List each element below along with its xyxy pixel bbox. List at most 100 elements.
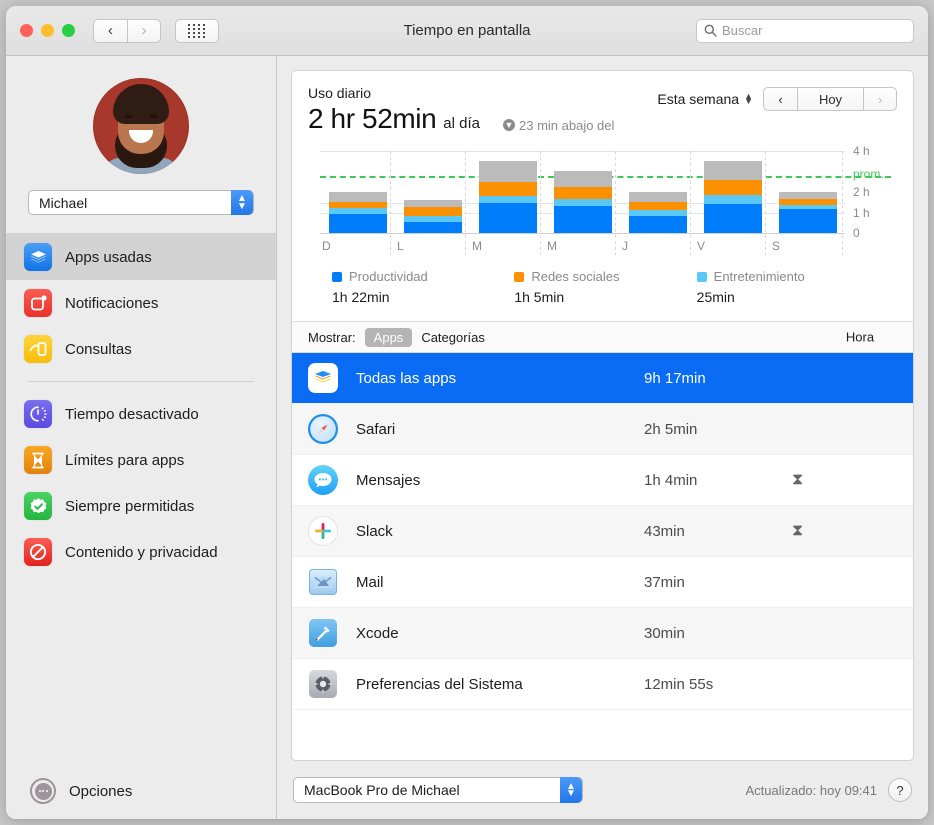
tab-categorias[interactable]: Categorías [412, 328, 494, 347]
app-time: 43min [644, 523, 685, 540]
device-popup-button[interactable]: MacBook Pro de Michael ▲▼ [293, 777, 583, 803]
total-usage-suffix: al día [443, 115, 480, 132]
table-row[interactable]: Xcode30min [292, 608, 913, 659]
chart-bar-segment [629, 202, 687, 210]
sidebar-item-limites-para-apps[interactable]: Límites para apps [6, 437, 276, 483]
help-button[interactable]: ? [888, 778, 912, 802]
table-header-cols: Hora Límites [494, 322, 913, 352]
table-row[interactable]: Mail37min [292, 557, 913, 608]
chart-bar [779, 192, 837, 233]
comparison-note: ▼ 23 min abajo del [503, 118, 614, 133]
sidebar-item-siempre-permitidas[interactable]: Siempre permitidas [6, 483, 276, 529]
chart-y-tick: 0 [853, 226, 860, 240]
table-row[interactable]: Todas las apps9h 17min [292, 353, 913, 404]
navigation-buttons: ‹ › [93, 19, 161, 43]
column-header-hora: Hora [846, 330, 874, 345]
chart-average-label: prom. [853, 167, 884, 181]
period-popup-button[interactable]: Esta semana ▲▼ [657, 91, 753, 107]
sidebar-item-consultas[interactable]: Consultas [6, 326, 276, 372]
chart-bar-column: S [770, 151, 845, 233]
footer-bar: MacBook Pro de Michael ▲▼ Actualizado: h… [277, 761, 928, 819]
chart-bar-segment [779, 209, 837, 233]
chart-bar-segment [629, 216, 687, 233]
layers-icon [24, 243, 52, 271]
chevron-updown-icon[interactable]: ▲▼ [231, 190, 253, 215]
chart-bar [704, 161, 762, 233]
usage-bar-chart: DLMMJVS 01 h2 h4 hprom. [308, 151, 897, 255]
show-all-preferences-button[interactable] [175, 19, 219, 43]
window-controls [20, 24, 75, 37]
section-label: Uso diario [308, 85, 657, 101]
show-label: Mostrar: [308, 330, 356, 345]
total-usage-value: 2 hr 52min [308, 103, 436, 135]
table-row[interactable]: Mensajes1h 4min⧗ [292, 455, 913, 506]
sidebar-item-label: Apps usadas [65, 249, 152, 266]
chart-x-tick: J [622, 239, 628, 253]
table-header: Mostrar: Apps Categorías Hora Límites [292, 321, 913, 353]
gridline-0 [320, 233, 845, 234]
period-label: Esta semana [657, 91, 739, 107]
chart-bar-column: M [470, 151, 545, 233]
table-row[interactable]: Safari2h 5min [292, 404, 913, 455]
sidebar-item-tiempo-desactivado[interactable]: Tiempo desactivado [6, 391, 276, 437]
zoom-button[interactable] [62, 24, 75, 37]
search-input[interactable] [722, 23, 906, 38]
chart-bar-segment [629, 192, 687, 203]
comparison-text: 23 min abajo del [519, 118, 614, 133]
options-label: Opciones [69, 783, 132, 800]
back-button[interactable]: ‹ [93, 19, 127, 43]
chart-y-tick: 2 h [853, 185, 870, 199]
forward-button[interactable]: › [127, 19, 161, 43]
device-name: MacBook Pro de Michael [304, 782, 460, 798]
app-limit-icon[interactable]: ⧗ [792, 522, 803, 540]
minimize-button[interactable] [41, 24, 54, 37]
search-icon [704, 24, 717, 37]
app-limit-icon[interactable]: ⧗ [792, 471, 803, 489]
chart-header-right: Esta semana ▲▼ ‹ Hoy › [657, 85, 897, 111]
chart-y-axis: 01 h2 h4 hprom. [847, 151, 897, 233]
previous-period-button[interactable]: ‹ [763, 87, 797, 111]
app-usage-list[interactable]: Todas las apps9h 17minSafari2h 5minMensa… [292, 353, 913, 760]
avatar[interactable] [93, 78, 189, 174]
user-popup-button[interactable]: Michael ▲▼ [28, 190, 254, 215]
today-button[interactable]: Hoy [797, 87, 863, 111]
chart-header-left: Uso diario 2 hr 52min al día ▼ 23 min ab… [308, 85, 657, 135]
footer-right: Actualizado: hoy 09:41 ? [745, 778, 912, 802]
table-row[interactable]: Preferencias del Sistema12min 55s [292, 659, 913, 710]
chart-bar-column: J [620, 151, 695, 233]
chart-bar-column: V [695, 151, 770, 233]
options-button[interactable]: Opciones [6, 763, 276, 819]
sidebar-item-apps-usadas[interactable]: Apps usadas [6, 234, 276, 280]
tab-apps[interactable]: Apps [365, 328, 413, 347]
table-row[interactable]: Slack43min⧗ [292, 506, 913, 557]
sidebar-item-notificaciones[interactable]: Notificaciones [6, 280, 276, 326]
chart-bar-segment [329, 214, 387, 233]
chart-bar-segment [554, 206, 612, 233]
search-field[interactable] [696, 19, 914, 43]
messages-icon [308, 465, 338, 495]
legend-label: Redes sociales [531, 269, 619, 284]
chart-bar-segment [554, 187, 612, 199]
close-button[interactable] [20, 24, 33, 37]
chart-bar [629, 192, 687, 233]
chevron-updown-icon[interactable]: ▲▼ [560, 777, 582, 803]
sidebar-spacer [6, 575, 276, 763]
screen-time-window: ‹ › Tiempo en pantalla [6, 6, 928, 819]
sidebar-nav: Apps usadas Notificaciones Consultas [6, 234, 276, 575]
xcode-icon [308, 618, 338, 648]
chart-bar-segment [404, 222, 462, 233]
main-panel: Uso diario 2 hr 52min al día ▼ 23 min ab… [277, 56, 928, 819]
chart-bar-segment [479, 196, 537, 203]
next-period-button[interactable]: › [863, 87, 897, 111]
sidebar: Michael ▲▼ Apps usadas Notificaciones [6, 56, 277, 819]
chart-bar-segment [404, 207, 462, 216]
sidebar-item-contenido-y-privacidad[interactable]: Contenido y privacidad [6, 529, 276, 575]
system-preferences-icon [308, 669, 338, 699]
usage-chart-panel: Uso diario 2 hr 52min al día ▼ 23 min ab… [292, 71, 913, 321]
legend-swatch [697, 272, 707, 282]
chart-bar-segment [554, 171, 612, 187]
chart-bar-column: L [395, 151, 470, 233]
chart-bar-segment [479, 182, 537, 196]
app-name: Todas las apps [356, 370, 456, 387]
mail-icon [308, 567, 338, 597]
